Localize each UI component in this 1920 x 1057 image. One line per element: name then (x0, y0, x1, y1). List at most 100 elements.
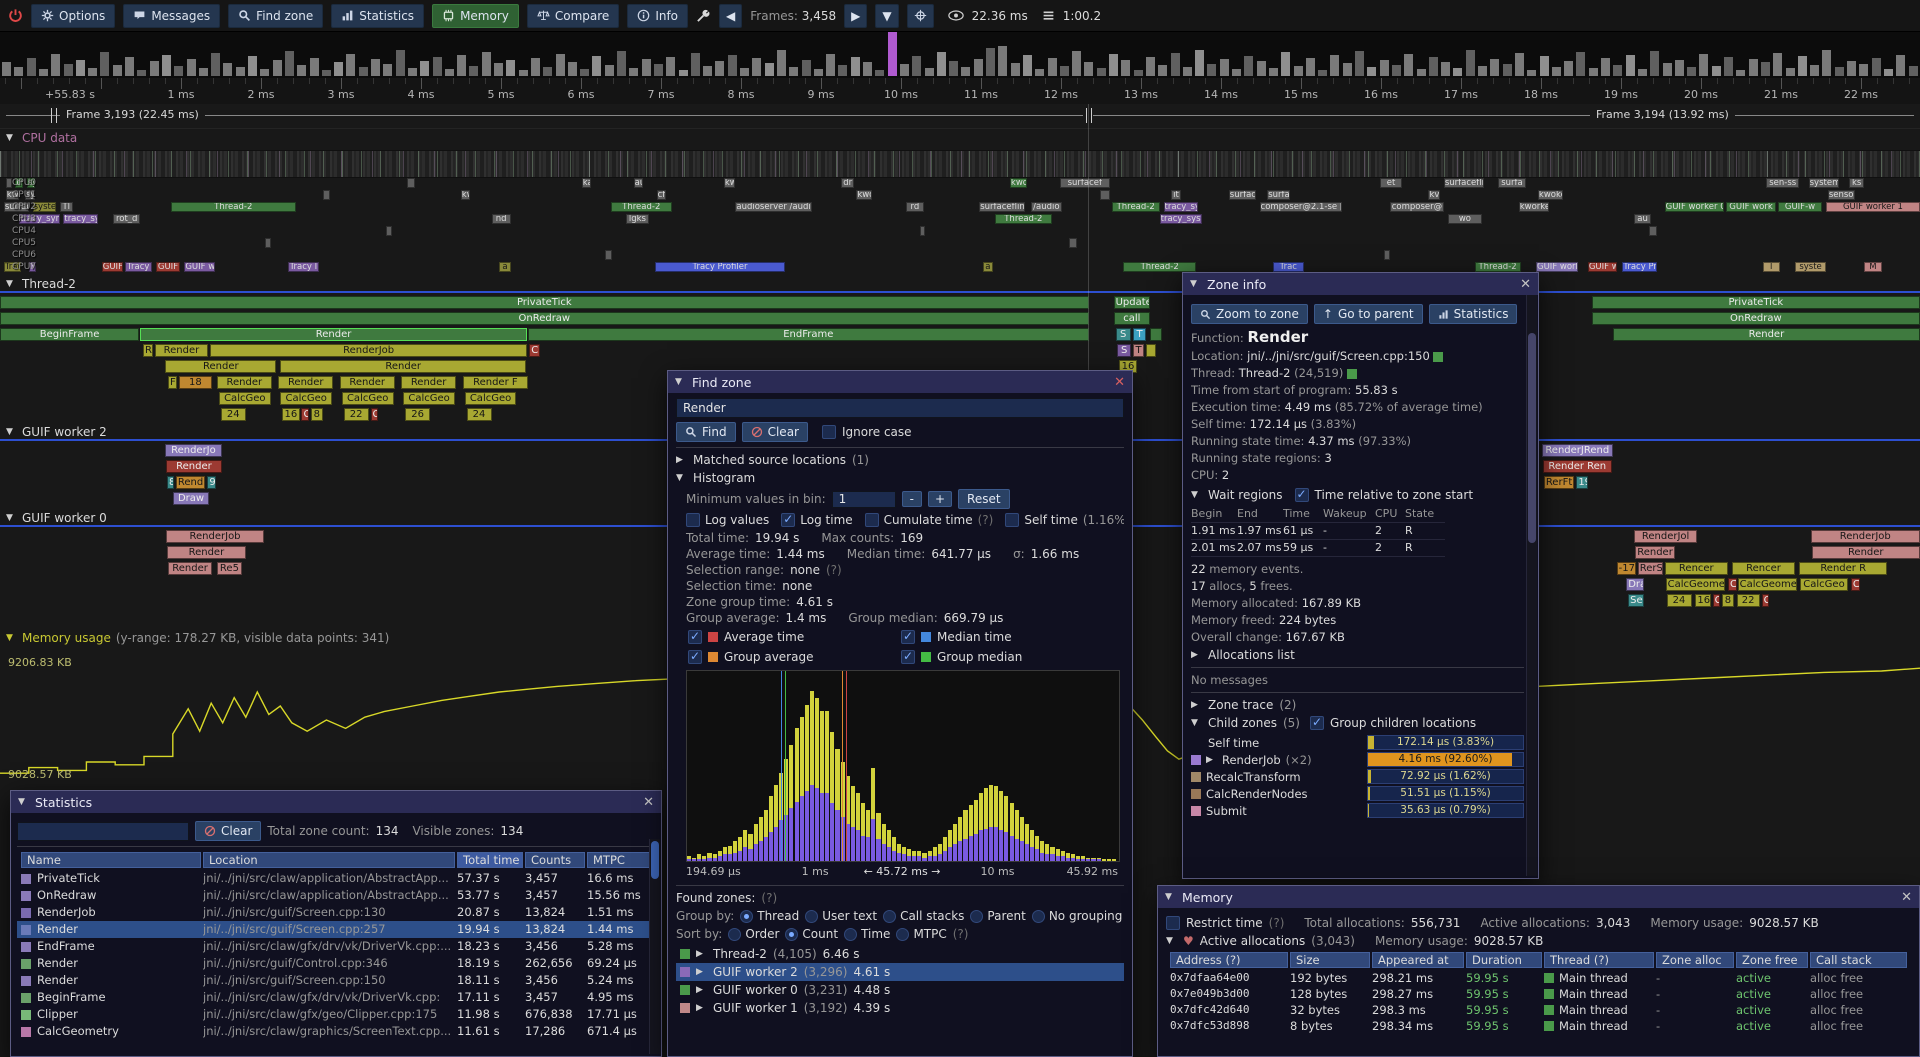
tree-arrow-icon[interactable]: ▼ (6, 427, 17, 437)
timeline-zone[interactable]: PrivateTick (0, 296, 1089, 309)
timeline-zone[interactable]: C (371, 408, 379, 421)
thread-header[interactable]: ▼Thread-2 (6, 276, 76, 291)
tools-icon[interactable] (696, 8, 711, 23)
timeline-zone[interactable]: 8 (1722, 594, 1734, 607)
tree-arrow-icon[interactable]: ▼ (6, 279, 17, 289)
timeline-zone[interactable]: Render (155, 344, 209, 357)
child-zone-row[interactable]: Self time172.14 μs (3.83%) (1191, 734, 1524, 751)
matched-source-locations[interactable]: ▶ Matched source locations(1) (676, 453, 1124, 467)
tree-arrow-icon[interactable]: ▼ (6, 633, 17, 643)
goto-frame-button[interactable]: ▼ (875, 4, 898, 28)
child-zone-row[interactable]: Submit35.63 μs (0.79%) (1191, 802, 1524, 819)
memory-button[interactable]: Memory (432, 4, 519, 28)
power-icon[interactable] (8, 8, 23, 23)
timeline-zone[interactable]: C (1851, 578, 1860, 591)
zone-search-input[interactable] (676, 398, 1124, 418)
series-checkbox[interactable] (901, 630, 915, 644)
collapse-arrow-icon[interactable]: ▼ (675, 377, 686, 387)
timeline-zone[interactable]: Re5 (217, 562, 242, 575)
timeline-zone[interactable]: PrivateTick (1592, 296, 1920, 309)
timeline-zone[interactable]: CalcGeo (219, 392, 271, 405)
radio-button[interactable] (785, 928, 798, 941)
option-checkbox[interactable] (1005, 513, 1019, 527)
timeline-zone[interactable]: RenderJo (165, 444, 222, 457)
find-zone-titlebar[interactable]: ▼ Find zone ✕ (668, 371, 1132, 393)
options-button[interactable]: Options (31, 4, 115, 28)
thread-header[interactable]: ▼GUIF worker 0 (6, 510, 107, 525)
column-header[interactable]: Call stack (1810, 952, 1907, 968)
radio-button[interactable] (740, 910, 753, 923)
radio-button[interactable] (728, 928, 741, 941)
table-row[interactable]: OnRedrawjni/../jni/src/claw/application/… (17, 887, 655, 904)
timeline-zone[interactable]: EndFrame (528, 328, 1089, 341)
find-button[interactable]: Find (676, 422, 736, 442)
table-row[interactable]: Renderjni/../jni/src/guif/Screen.cpp:257… (17, 921, 655, 938)
zone-histogram[interactable] (686, 670, 1120, 862)
zone-group-row[interactable]: ▶GUIF worker 0(3,231)4.48 s (676, 981, 1124, 999)
timeline-zone[interactable]: Render (340, 376, 395, 389)
tree-arrow-icon[interactable]: ▼ (1166, 936, 1177, 946)
timeline-zone[interactable]: Render (1635, 546, 1675, 559)
timeline-zone[interactable] (1150, 328, 1162, 341)
timeline-zone[interactable]: Render F (463, 376, 528, 389)
timeline-zone[interactable]: RenderJob (166, 530, 264, 543)
radio-button[interactable] (896, 928, 909, 941)
decrease-bin-button[interactable]: - (902, 491, 922, 507)
table-row[interactable]: 0x7e049b3d00128 bytes298.27 ms59.95 sMai… (1166, 986, 1911, 1002)
timeline-zone[interactable]: 9 (207, 476, 216, 489)
timeline-zone[interactable]: Render (280, 360, 526, 373)
timeline-zone[interactable]: C (1713, 594, 1721, 607)
close-icon[interactable]: ✕ (1901, 890, 1912, 905)
timeline-zone[interactable]: Update (1114, 296, 1150, 309)
column-header[interactable]: Zone free (1736, 952, 1808, 968)
timeline-zone[interactable]: 26 (405, 408, 430, 421)
scrollbar[interactable] (1526, 295, 1537, 876)
statistics-button[interactable]: Statistics (331, 4, 424, 28)
find-zone-button[interactable]: Find zone (228, 4, 323, 28)
table-row[interactable]: 0x7dfc53d8988 bytes298.34 ms59.95 sMain … (1166, 1018, 1911, 1034)
timeline-zone[interactable]: Rend (176, 476, 206, 489)
tree-arrow-icon[interactable]: ▼ (676, 473, 687, 483)
child-zone-row[interactable]: RecalcTransform72.92 μs (1.62%) (1191, 768, 1524, 785)
memory-titlebar[interactable]: ▼ Memory ✕ (1158, 886, 1919, 908)
timeline-zone[interactable]: Draw (173, 492, 209, 505)
scrollbar[interactable] (649, 839, 660, 1054)
timeline-zone[interactable]: Rencer (1732, 562, 1795, 575)
zone-group-row[interactable]: ▶GUIF worker 2(3,296)4.61 s (676, 963, 1124, 981)
timeline-zone[interactable]: CalcGeo (342, 392, 394, 405)
column-header[interactable]: Size (1290, 952, 1370, 968)
tree-arrow-icon[interactable]: ▶ (696, 967, 707, 977)
info-button[interactable]: Info (627, 4, 688, 28)
timeline-zone[interactable]: CalcGeomet (1738, 578, 1798, 591)
tree-arrow-icon[interactable]: ▼ (1191, 490, 1202, 500)
table-row[interactable]: 0x7dfaa64e00192 bytes298.21 ms59.95 sMai… (1166, 970, 1911, 986)
child-zones-header[interactable]: ▼ Child zones(5) Group children location… (1191, 716, 1524, 730)
timeline-zone[interactable]: C (529, 344, 541, 357)
timeline-zone[interactable]: T (1133, 344, 1145, 357)
tree-arrow-icon[interactable]: ▼ (1191, 718, 1202, 728)
tree-arrow-icon[interactable]: ▶ (1191, 650, 1202, 660)
timeline-zone[interactable]: Render (217, 376, 272, 389)
timeline-zone[interactable]: 8 (167, 476, 174, 489)
radio-button[interactable] (844, 928, 857, 941)
tree-arrow-icon[interactable]: ▶ (696, 985, 707, 995)
timeline-zone[interactable]: Rencer (1665, 562, 1728, 575)
option-checkbox[interactable] (865, 513, 879, 527)
timeline-zone[interactable]: call (1114, 312, 1150, 325)
timeline-zone[interactable]: 19 (1576, 476, 1588, 489)
group-children-checkbox[interactable] (1310, 716, 1324, 730)
timeline-zone[interactable]: Render Ren (1543, 460, 1612, 473)
column-header[interactable]: Duration (1466, 952, 1542, 968)
histogram-section-header[interactable]: ▼ Histogram (676, 471, 1124, 485)
table-row[interactable]: EndFramejni/../jni/src/claw/gfx/drv/vk/D… (17, 938, 655, 955)
timeline-zone[interactable]: OnRedraw (0, 312, 1089, 325)
reset-button[interactable]: Reset (958, 489, 1010, 509)
collapse-arrow-icon[interactable]: ▼ (1165, 892, 1176, 902)
timeline-zone[interactable]: RenderJol (1634, 530, 1697, 543)
timeline-zone[interactable]: T (1133, 328, 1146, 341)
timeline-zone[interactable]: CalcGeome (1666, 578, 1726, 591)
column-header[interactable]: Thread (?) (1544, 952, 1654, 968)
timeline-zone[interactable]: R (143, 344, 153, 357)
zone-trace-header[interactable]: ▶Zone trace(2) (1191, 698, 1524, 712)
radio-button[interactable] (883, 910, 896, 923)
